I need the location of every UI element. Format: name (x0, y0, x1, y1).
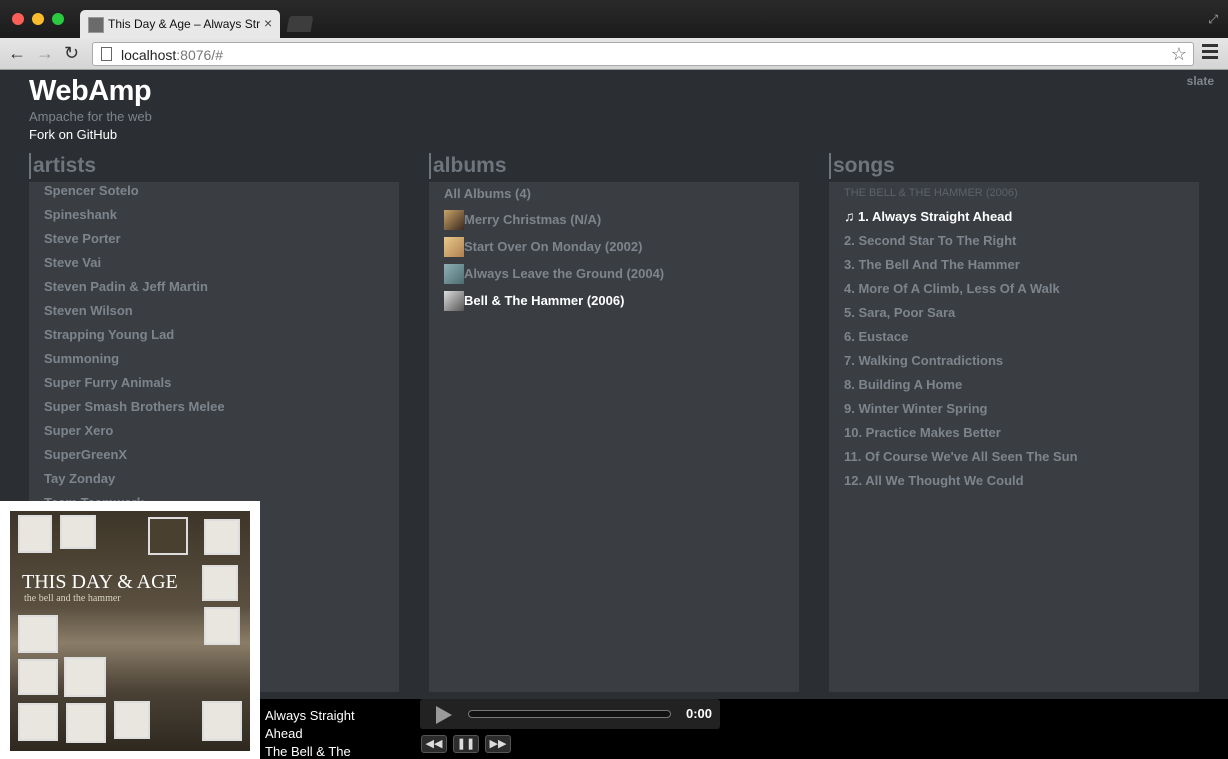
song-label: 8. Building A Home (844, 377, 963, 392)
song-item[interactable]: 5. Sara, Poor Sara (844, 301, 1199, 325)
album-item[interactable]: Merry Christmas (N/A) (444, 206, 799, 233)
song-item[interactable]: 9. Winter Winter Spring (844, 397, 1199, 421)
song-label: 3. The Bell And The Hammer (844, 257, 1020, 272)
fullscreen-icon[interactable]: ⤢ (1208, 12, 1218, 27)
tab-title: This Day & Age – Always Straight Ahead (108, 17, 260, 31)
album-item[interactable]: Bell & The Hammer (2006) (444, 287, 799, 314)
page-icon (101, 47, 112, 61)
all-albums-item[interactable]: All Albums (4) (444, 182, 799, 206)
artist-item[interactable]: Strapping Young Lad (44, 323, 399, 347)
artist-item[interactable]: Steve Vai (44, 251, 399, 275)
songs-list: ♫ 1. Always Straight Ahead 2. Second Star … (844, 204, 1199, 493)
zoom-window-button[interactable] (52, 13, 64, 25)
artist-item[interactable]: Steven Padin & Jeff Martin (44, 275, 399, 299)
play-icon[interactable] (436, 706, 452, 724)
new-tab-button[interactable] (286, 16, 314, 32)
next-track-button[interactable]: ▶▶ (485, 735, 511, 753)
album-thumbnail-icon (444, 236, 464, 257)
song-item[interactable]: 12. All We Thought We Could (844, 469, 1199, 493)
album-label: Merry Christmas (N/A) (464, 211, 602, 227)
tab-favicon-icon (88, 17, 104, 33)
album-label: Always Leave the Ground (2004) (464, 265, 665, 281)
song-item[interactable]: 3. The Bell And The Hammer (844, 253, 1199, 277)
album-thumbnail-icon (444, 209, 464, 230)
song-label: 11. Of Course We've All Seen The Sun (844, 449, 1078, 464)
song-label: 2. Second Star To The Right (844, 233, 1017, 248)
albums-heading: albums (429, 153, 507, 179)
song-label: 10. Practice Makes Better (844, 425, 1001, 440)
album-art-subtitle: the bell and the hammer (24, 593, 121, 604)
albums-panel: All Albums (4) Merry Christmas (N/A) Star… (429, 182, 799, 692)
artist-item[interactable]: Spineshank (44, 203, 399, 227)
song-label: 9. Winter Winter Spring (844, 401, 988, 416)
album-thumbnail-icon (444, 290, 464, 311)
artist-item[interactable]: Spencer Sotelo (44, 182, 399, 203)
now-playing-title: Always Straight Ahead (265, 708, 355, 741)
artists-heading: artists (29, 153, 96, 179)
browser-titlebar: This Day & Age – Always Straight Ahead ×… (0, 0, 1228, 38)
browser-toolbar: ← → ↻ localhost:8076/# ☆ (0, 38, 1228, 70)
albums-list: All Albums (4) Merry Christmas (N/A) Star… (444, 182, 799, 314)
artists-list: Spencer Sotelo Spineshank Steve Porter Stev… (44, 182, 399, 515)
song-item[interactable]: 11. Of Course We've All Seen The Sun (844, 445, 1199, 469)
song-item[interactable]: 8. Building A Home (844, 373, 1199, 397)
bookmark-star-icon[interactable]: ☆ (1171, 44, 1187, 65)
song-label: 6. Eustace (844, 329, 909, 344)
song-album-heading: THE BELL & THE HAMMER (2006) (844, 187, 1018, 199)
address-bar[interactable]: localhost:8076/# ☆ (92, 42, 1194, 66)
url-text: localhost:8076/# (121, 47, 223, 63)
forward-arrow-icon[interactable]: → (36, 42, 54, 64)
fork-on-github-link[interactable]: Fork on GitHub (29, 127, 117, 142)
song-item[interactable]: ♫ 1. Always Straight Ahead (844, 204, 1199, 229)
app-logo: WebAmp (29, 75, 152, 107)
artist-item[interactable]: Tay Zonday (44, 467, 399, 491)
song-item[interactable]: 7. Walking Contradictions (844, 349, 1199, 373)
album-thumbnail-icon (444, 263, 464, 284)
album-label: Bell & The Hammer (2006) (464, 292, 625, 308)
previous-track-button[interactable]: ◀◀ (421, 735, 447, 753)
back-arrow-icon[interactable]: ← (8, 42, 26, 64)
song-item[interactable]: 4. More Of A Climb, Less Of A Walk (844, 277, 1199, 301)
artist-item[interactable]: Super Smash Brothers Melee (44, 395, 399, 419)
artist-item[interactable]: Summoning (44, 347, 399, 371)
song-label: 12. All We Thought We Could (844, 473, 1024, 488)
artist-item[interactable]: Steven Wilson (44, 299, 399, 323)
album-item[interactable]: Start Over On Monday (2002) (444, 233, 799, 260)
minimize-window-button[interactable] (32, 13, 44, 25)
album-label: Start Over On Monday (2002) (464, 238, 643, 254)
now-playing-note-icon: ♫ (844, 208, 855, 224)
album-art-image: THIS DAY & AGE the bell and the hammer (10, 511, 250, 751)
tab-close-icon[interactable]: × (264, 15, 272, 31)
songs-panel: THE BELL & THE HAMMER (2006) ♫ 1. Always … (829, 182, 1199, 692)
progress-box: 0:00 (420, 699, 720, 729)
song-item[interactable]: 6. Eustace (844, 325, 1199, 349)
song-label: 4. More Of A Climb, Less Of A Walk (844, 281, 1060, 296)
reload-icon[interactable]: ↻ (64, 42, 79, 64)
elapsed-time: 0:00 (686, 706, 713, 721)
browser-menu-icon[interactable] (1202, 44, 1218, 62)
artist-item[interactable]: Steve Porter (44, 227, 399, 251)
theme-switch-link[interactable]: slate (1187, 74, 1214, 88)
song-item[interactable]: 10. Practice Makes Better (844, 421, 1199, 445)
now-playing-album: The Bell & The Hammer (265, 744, 351, 759)
seek-bar[interactable] (468, 710, 671, 718)
song-label: 7. Walking Contradictions (844, 353, 1004, 368)
song-item[interactable]: 2. Second Star To The Right (844, 229, 1199, 253)
pause-button[interactable]: ❚❚ (453, 735, 479, 753)
album-art-title: THIS DAY & AGE (22, 571, 178, 593)
song-label: 1. Always Straight Ahead (858, 209, 1013, 224)
browser-tab[interactable]: This Day & Age – Always Straight Ahead × (80, 10, 280, 38)
song-label: 5. Sara, Poor Sara (844, 305, 956, 320)
album-item[interactable]: Always Leave the Ground (2004) (444, 260, 799, 287)
close-window-button[interactable] (12, 13, 24, 25)
webamp-app: WebAmp Ampache for the web Fork on GitHu… (0, 71, 1228, 759)
artist-item[interactable]: SuperGreenX (44, 443, 399, 467)
app-tagline: Ampache for the web (29, 109, 152, 124)
songs-heading: songs (829, 153, 895, 179)
artist-item[interactable]: Super Xero (44, 419, 399, 443)
artist-item[interactable]: Super Furry Animals (44, 371, 399, 395)
album-art: THIS DAY & AGE the bell and the hammer (0, 501, 260, 759)
